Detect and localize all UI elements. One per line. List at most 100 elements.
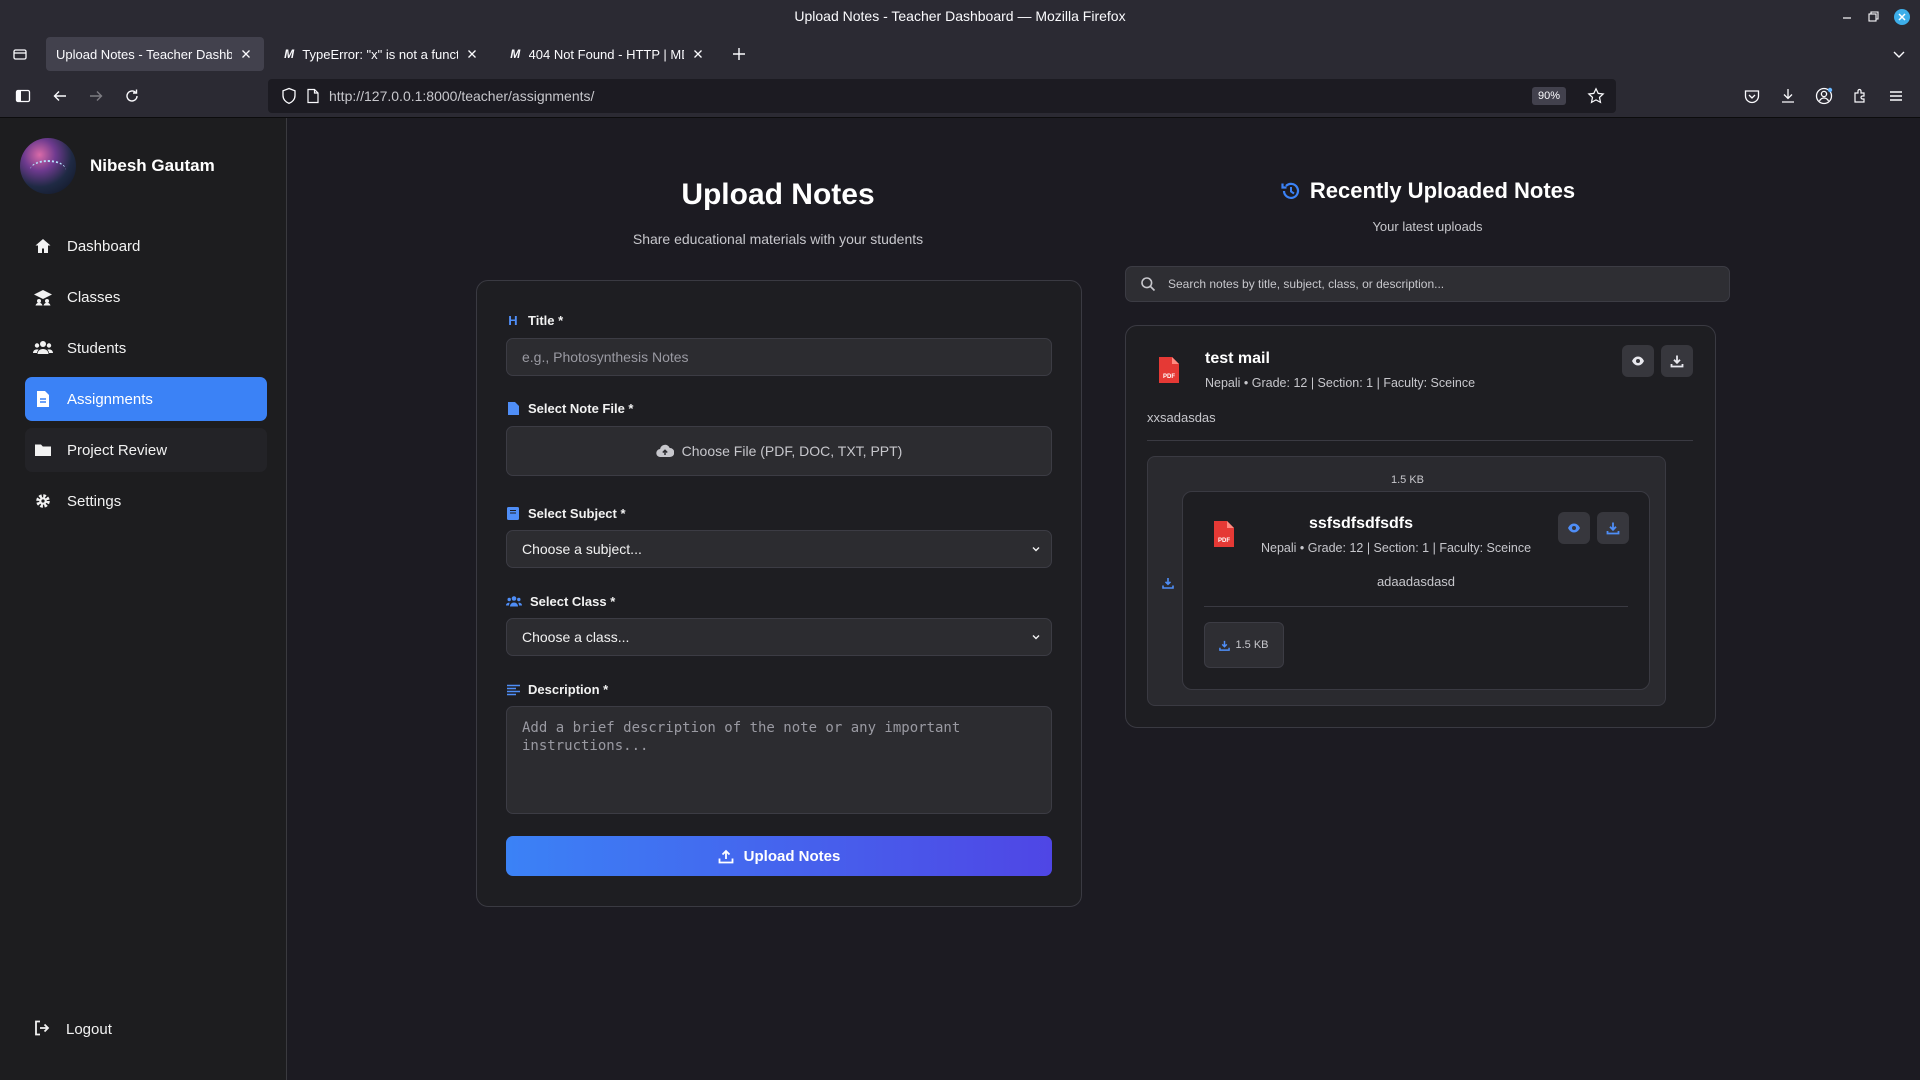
recent-notes-heading: Recently Uploaded Notes [1125, 178, 1730, 204]
zoom-level[interactable]: 90% [1531, 87, 1566, 105]
sidebar-menu: Dashboard Classes Students Assignments P… [25, 224, 267, 530]
class-label: Select Class * [506, 594, 615, 609]
downloads-icon[interactable] [1777, 85, 1799, 107]
page-title: Upload Notes [681, 178, 875, 211]
close-tab-icon[interactable] [238, 46, 254, 62]
sidebar-item-assignments[interactable]: Assignments [25, 377, 267, 421]
page-subtitle: Share educational materials with your st… [632, 231, 924, 247]
attachment-size: 1.5 KB [1390, 474, 1425, 486]
chevron-down-icon [1031, 544, 1041, 554]
subject-select[interactable]: Choose a subject... [506, 530, 1052, 568]
download-icon [1606, 522, 1620, 535]
upload-notes-button[interactable]: Upload Notes [506, 836, 1052, 876]
account-icon[interactable] [1813, 85, 1835, 107]
sidebar-item-label: Assignments [67, 390, 153, 408]
download-icon [1219, 640, 1231, 651]
description-textarea[interactable]: Add a brief description of the note or a… [506, 706, 1052, 814]
back-icon[interactable] [49, 85, 71, 107]
label-text: Title * [528, 313, 564, 328]
description-label: Description * [506, 682, 608, 697]
cloud-upload-icon [655, 444, 674, 458]
tab-typeerror[interactable]: M TypeError: "x" is not a function [272, 37, 490, 71]
file-size-button[interactable]: 1.5 KB [1204, 622, 1284, 668]
sidebar-item-label: Dashboard [67, 237, 141, 255]
attachment-preview: 1.5 KB PDF ssfsdfsdfsdfs Nepali • Grade:… [1147, 456, 1666, 706]
tab-label: 404 Not Found - HTTP | MDN [528, 46, 684, 62]
folder-icon [33, 440, 53, 460]
close-tab-icon[interactable] [690, 46, 706, 62]
search-placeholder: Search notes by title, subject, class, o… [1168, 277, 1445, 291]
pocket-icon[interactable] [1741, 85, 1763, 107]
close-tab-icon[interactable] [464, 46, 480, 62]
title-input[interactable]: e.g., Photosynthesis Notes [506, 338, 1052, 376]
class-select[interactable]: Choose a class... [506, 618, 1052, 656]
tab-list-icon[interactable] [9, 43, 31, 65]
tab-404-mdn[interactable]: M 404 Not Found - HTTP | MDN [498, 37, 716, 71]
pdf-file-icon: PDF [1212, 521, 1234, 547]
address-bar[interactable]: http://127.0.0.1:8000/teacher/assignment… [268, 79, 1616, 113]
reload-icon[interactable] [121, 85, 143, 107]
logout-button[interactable]: Logout [33, 1019, 112, 1039]
align-left-icon [506, 683, 520, 697]
upload-icon [718, 848, 734, 864]
svg-text:PDF: PDF [1218, 538, 1230, 544]
book-icon [506, 507, 520, 521]
sidebar-item-classes[interactable]: Classes [25, 275, 267, 319]
tab-upload-notes[interactable]: Upload Notes - Teacher Dashboard [46, 37, 264, 71]
sidebar-item-dashboard[interactable]: Dashboard [25, 224, 267, 268]
upload-form: H Title * e.g., Photosynthesis Notes Sel… [476, 280, 1082, 907]
file-icon [506, 402, 520, 416]
gear-icon [33, 491, 53, 511]
divider [1147, 440, 1693, 441]
class-select-value: Choose a class... [522, 629, 630, 645]
logout-icon [33, 1019, 53, 1039]
history-icon [1280, 180, 1302, 202]
note-meta: Nepali • Grade: 12 | Section: 1 | Facult… [1205, 376, 1476, 390]
divider [1204, 606, 1628, 607]
choose-file-button[interactable]: Choose File (PDF, DOC, TXT, PPT) [506, 426, 1052, 476]
nested-note-title: ssfsdfsdfsdfs [1308, 515, 1414, 532]
students-icon [33, 338, 53, 358]
shield-icon[interactable] [281, 87, 297, 105]
choose-file-label: Choose File (PDF, DOC, TXT, PPT) [681, 443, 903, 459]
download-icon [1670, 355, 1684, 368]
home-icon [33, 236, 53, 256]
subject-select-value: Choose a subject... [522, 541, 642, 557]
view-button[interactable] [1558, 512, 1590, 544]
minimize-icon[interactable] [1838, 8, 1856, 26]
users-icon [506, 595, 522, 609]
view-button[interactable] [1622, 345, 1654, 377]
tab-strip: Upload Notes - Teacher Dashboard M TypeE… [0, 34, 1920, 74]
sidebar-toggle-icon[interactable] [12, 85, 34, 107]
window-title: Upload Notes - Teacher Dashboard — Mozil… [794, 8, 1126, 24]
star-icon[interactable] [1587, 87, 1605, 105]
label-text: Description * [528, 682, 609, 697]
sidebar-item-label: Settings [67, 492, 122, 510]
download-button[interactable] [1597, 512, 1629, 544]
label-text: Select Subject * [528, 506, 626, 521]
recent-subtitle: Your latest uploads [1372, 219, 1483, 234]
profile: Nibesh Gautam [20, 138, 215, 194]
subject-label: Select Subject * [506, 506, 626, 521]
extensions-icon[interactable] [1849, 85, 1871, 107]
search-input[interactable]: Search notes by title, subject, class, o… [1125, 266, 1730, 302]
sidebar-item-settings[interactable]: Settings [25, 479, 267, 523]
file-size-label: 1.5 KB [1235, 639, 1269, 651]
new-tab-icon[interactable] [728, 43, 750, 65]
sidebar-item-students[interactable]: Students [25, 326, 267, 370]
download-icon[interactable] [1162, 577, 1174, 589]
download-button[interactable] [1661, 345, 1693, 377]
close-window-icon[interactable] [1893, 8, 1911, 26]
page-icon[interactable] [306, 88, 320, 104]
menu-icon[interactable] [1885, 85, 1907, 107]
nested-note-meta: Nepali • Grade: 12 | Section: 1 | Facult… [1261, 541, 1532, 555]
forward-icon[interactable] [85, 85, 107, 107]
nested-note-card: PDF ssfsdfsdfsdfs Nepali • Grade: 12 | S… [1182, 491, 1650, 690]
url-text[interactable]: http://127.0.0.1:8000/teacher/assignment… [329, 88, 594, 104]
tab-label: Upload Notes - Teacher Dashboard [56, 46, 232, 62]
file-label: Select Note File * [506, 401, 633, 416]
chevron-down-icon[interactable] [1888, 43, 1910, 65]
restore-icon[interactable] [1864, 8, 1882, 26]
label-text: Select Class * [530, 594, 616, 609]
sidebar-item-project-review[interactable]: Project Review [25, 428, 267, 472]
